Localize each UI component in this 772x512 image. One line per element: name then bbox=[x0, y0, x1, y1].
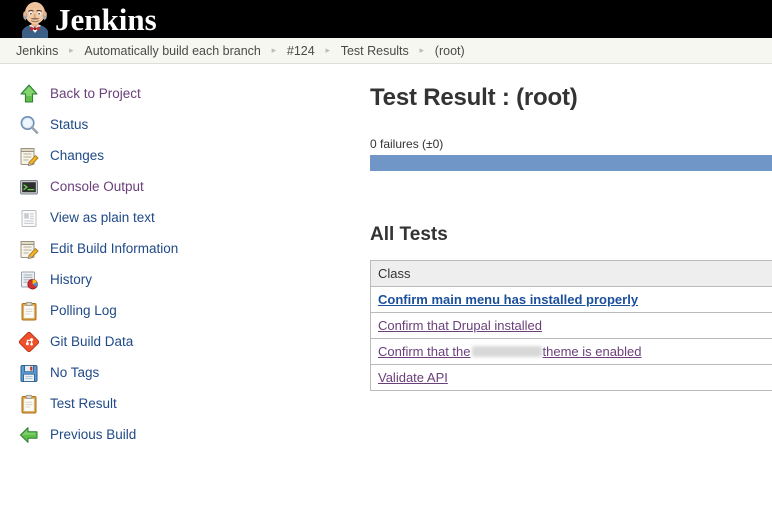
breadcrumb-item-test-results[interactable]: Test Results bbox=[341, 44, 409, 58]
clipboard-icon bbox=[17, 392, 41, 416]
breadcrumb-separator-icon: ▸ bbox=[419, 45, 425, 55]
breadcrumb-separator-icon: ▸ bbox=[69, 45, 74, 55]
sidebar-item-console-output[interactable]: Console Output bbox=[0, 171, 360, 202]
table-row: Confirm that Drupal installed bbox=[370, 312, 772, 339]
breadcrumb-item-jenkins[interactable]: Jenkins bbox=[16, 44, 58, 58]
column-header-class: Class bbox=[370, 260, 772, 287]
test-case-label-prefix: Confirm that the bbox=[378, 344, 471, 359]
sidebar-item-git-build-data[interactable]: Git Build Data bbox=[0, 326, 360, 357]
breadcrumb-item-root[interactable]: (root) bbox=[435, 44, 465, 58]
sidebar-item-previous-build[interactable]: Previous Build bbox=[0, 419, 360, 450]
breadcrumb-item-build[interactable]: #124 bbox=[287, 44, 315, 58]
sidebar-item-label: Changes bbox=[50, 148, 105, 163]
git-diamond-icon bbox=[17, 330, 41, 354]
sidebar-item-edit-build-information[interactable]: Edit Build Information bbox=[0, 233, 360, 264]
table-cell-class: Confirm that Drupal installed bbox=[370, 312, 772, 339]
sidebar: Back to Project Status Changes Console O… bbox=[0, 64, 360, 450]
jenkins-home-link[interactable]: Jenkins bbox=[18, 0, 157, 38]
sidebar-item-label: Console Output bbox=[50, 179, 144, 194]
test-case-link[interactable]: Confirm main menu has installed properly bbox=[378, 292, 638, 307]
sidebar-item-polling-log[interactable]: Polling Log bbox=[0, 295, 360, 326]
table-header-row: Class bbox=[370, 260, 772, 287]
sidebar-item-label: Edit Build Information bbox=[50, 241, 179, 256]
table-row: Validate API bbox=[370, 364, 772, 391]
sidebar-item-label: Previous Build bbox=[50, 427, 137, 442]
all-tests-heading: All Tests bbox=[370, 224, 448, 245]
jenkins-butler-icon bbox=[18, 0, 52, 38]
test-case-label-suffix: theme is enabled bbox=[542, 344, 642, 359]
notepad-pencil-icon bbox=[17, 237, 41, 261]
magnifier-icon bbox=[17, 113, 41, 137]
sidebar-item-history[interactable]: History bbox=[0, 264, 360, 295]
jenkins-wordmark: Jenkins bbox=[55, 2, 157, 37]
terminal-icon bbox=[17, 175, 41, 199]
sidebar-item-label: Git Build Data bbox=[50, 334, 134, 349]
clipboard-icon bbox=[17, 299, 41, 323]
test-case-link[interactable]: Confirm that the theme is enabled bbox=[378, 344, 642, 359]
sidebar-item-label: Polling Log bbox=[50, 303, 117, 318]
sidebar-item-status[interactable]: Status bbox=[0, 109, 360, 140]
failure-summary: 0 failures (±0) bbox=[370, 137, 444, 151]
breadcrumb: Jenkins ▸ Automatically build each branc… bbox=[0, 38, 772, 64]
sidebar-item-label: View as plain text bbox=[50, 210, 155, 225]
breadcrumb-separator-icon: ▸ bbox=[271, 45, 277, 55]
sidebar-item-label: Test Result bbox=[50, 396, 117, 411]
test-case-link[interactable]: Validate API bbox=[378, 370, 448, 385]
test-case-link[interactable]: Confirm that Drupal installed bbox=[378, 318, 542, 333]
floppy-disk-icon bbox=[17, 361, 41, 385]
main-content: Test Result : (root) 0 failures (±0) All… bbox=[360, 64, 772, 391]
breadcrumb-separator-icon: ▸ bbox=[325, 45, 330, 55]
redacted-text-block bbox=[471, 346, 542, 357]
all-tests-table: Class Confirm main menu has installed pr… bbox=[370, 260, 772, 391]
sidebar-item-view-as-plain-text[interactable]: View as plain text bbox=[0, 202, 360, 233]
document-icon bbox=[17, 206, 41, 230]
table-cell-class: Validate API bbox=[370, 364, 772, 391]
sidebar-item-label: Status bbox=[50, 117, 89, 132]
sidebar-item-test-result[interactable]: Test Result bbox=[0, 388, 360, 419]
sidebar-item-label: No Tags bbox=[50, 365, 100, 380]
history-chart-icon bbox=[17, 268, 41, 292]
sidebar-item-back-to-project[interactable]: Back to Project bbox=[0, 78, 360, 109]
sidebar-item-label: Back to Project bbox=[50, 86, 141, 101]
top-header: Jenkins bbox=[0, 0, 772, 38]
table-cell-class: Confirm that the theme is enabled bbox=[370, 338, 772, 365]
green-up-arrow-icon bbox=[17, 82, 41, 106]
progress-bar-fill bbox=[370, 155, 772, 171]
breadcrumb-item-job[interactable]: Automatically build each branch bbox=[84, 44, 261, 58]
sidebar-item-label: History bbox=[50, 272, 93, 287]
table-cell-class: Confirm main menu has installed properly bbox=[370, 286, 772, 313]
page-title: Test Result : (root) bbox=[370, 84, 578, 111]
sidebar-item-no-tags[interactable]: No Tags bbox=[0, 357, 360, 388]
notepad-pencil-icon bbox=[17, 144, 41, 168]
page-body: Back to Project Status Changes Console O… bbox=[0, 64, 772, 450]
table-row: Confirm that the theme is enabled bbox=[370, 338, 772, 365]
table-row: Confirm main menu has installed properly bbox=[370, 286, 772, 313]
green-left-arrow-icon bbox=[17, 423, 41, 447]
sidebar-item-changes[interactable]: Changes bbox=[0, 140, 360, 171]
test-result-progress-bar bbox=[370, 155, 772, 171]
